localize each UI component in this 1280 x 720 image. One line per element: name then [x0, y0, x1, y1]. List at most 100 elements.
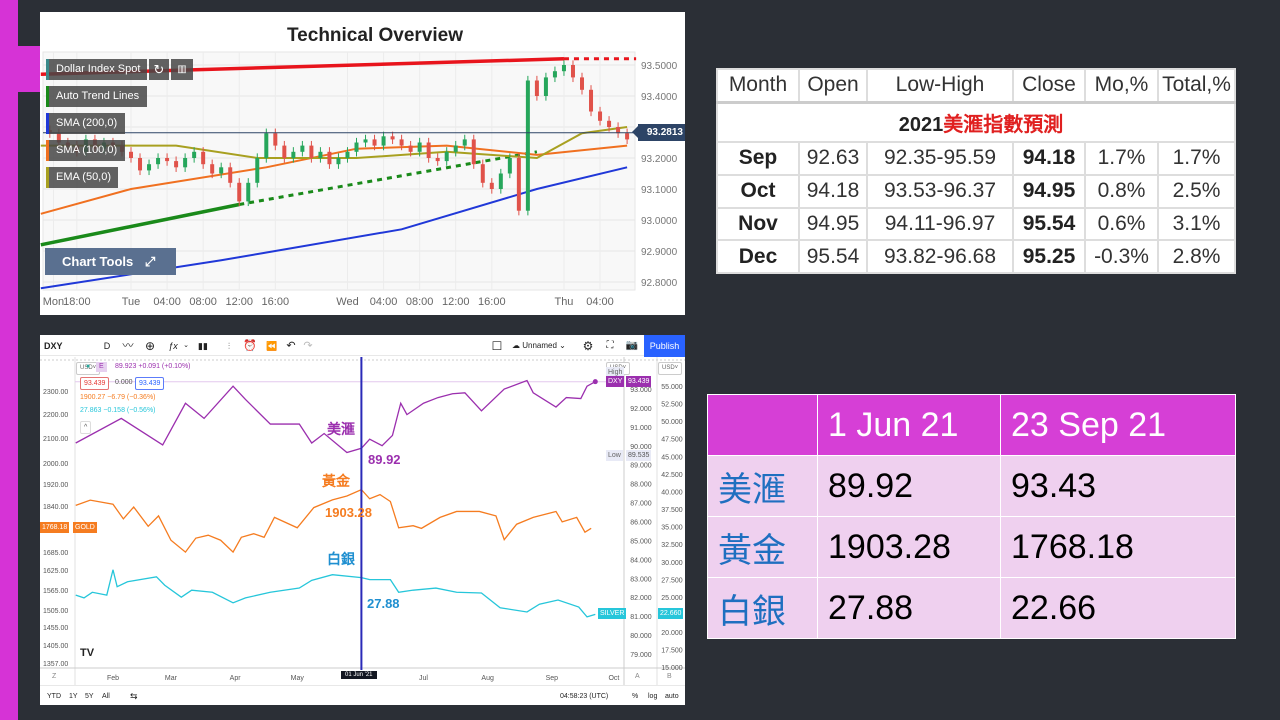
- silver-price-tag: 22.660: [658, 608, 684, 619]
- candle-body: [534, 80, 539, 96]
- interval-button[interactable]: D: [102, 335, 112, 357]
- table-cell: Nov: [716, 206, 800, 242]
- gold-price-tag: 1768.18: [40, 522, 70, 533]
- x-tick-label: Thu: [554, 296, 573, 308]
- tradingview-chart: 2300.00 2200.00 2100.00 2000.00 1920.00 1840.…: [40, 335, 685, 705]
- range-1y[interactable]: 1Y: [69, 693, 78, 700]
- y-tick-label: 93.5000: [641, 61, 678, 72]
- refresh-icon[interactable]: ↻: [149, 59, 169, 80]
- dxy-annotation-value: 89.92: [368, 452, 401, 467]
- bar-chart-icon[interactable]: ▥: [171, 59, 193, 80]
- gold-axis-label: 2200.00: [43, 412, 68, 419]
- candle-body: [147, 164, 152, 171]
- alarm-icon[interactable]: ⏰: [243, 335, 257, 357]
- publish-button[interactable]: Publish: [644, 335, 685, 357]
- table-cell: 白銀: [707, 577, 818, 639]
- chevron-down-icon[interactable]: ⌄: [182, 335, 190, 357]
- candle-body: [616, 127, 621, 134]
- dxy-axis-label: 83.000: [630, 576, 652, 583]
- series-line-silver: [75, 569, 596, 618]
- legend-ema50[interactable]: EMA (50,0): [46, 167, 118, 188]
- table-cell: 94.18: [1012, 141, 1086, 176]
- candle-body: [462, 139, 467, 146]
- layout-icon[interactable]: ☐: [491, 335, 503, 357]
- x-tick-label: Apr: [230, 675, 242, 682]
- undo-icon[interactable]: ↶: [285, 335, 297, 357]
- chart-type-icon[interactable]: 〰: [120, 335, 136, 357]
- x-tick-label: Sep: [546, 675, 559, 682]
- y-tick-label: 92.9000: [641, 247, 678, 258]
- legend-auto-trend[interactable]: Auto Trend Lines: [46, 86, 147, 107]
- gear-icon[interactable]: ⚙: [581, 335, 595, 357]
- gold-axis-label: 1505.00: [43, 608, 68, 615]
- indicators-icon[interactable]: ƒx: [166, 335, 180, 357]
- camera-icon[interactable]: 📷: [625, 335, 639, 357]
- legend-sma200[interactable]: SMA (200,0): [46, 113, 125, 134]
- candle-body: [255, 158, 260, 183]
- silver-axis-label: 20.000: [661, 630, 683, 637]
- dxy-axis-label: 82.000: [630, 595, 652, 602]
- table-cell: 94.95: [1012, 173, 1086, 209]
- range-5y[interactable]: 5Y: [85, 693, 94, 700]
- candle-body: [291, 151, 296, 158]
- header-low-high: Low-High: [866, 67, 1014, 104]
- bars-icon[interactable]: ▮▮: [196, 335, 210, 357]
- dxy-name-tag: DXY: [606, 376, 625, 387]
- candle-body: [201, 151, 206, 165]
- replay-icon[interactable]: ⏪: [265, 335, 279, 357]
- comparison-chart-svg: 2300.00 2200.00 2100.00 2000.00 1920.00 1840.…: [40, 357, 685, 685]
- silver-axis-label: 40.000: [661, 489, 683, 496]
- silver-name-tag: SILVER: [598, 608, 627, 619]
- symbol-search[interactable]: DXY: [44, 335, 63, 357]
- candle-body: [417, 142, 422, 152]
- candle-body: [390, 136, 395, 140]
- low-label: Low: [606, 450, 623, 461]
- candle-body: [282, 145, 287, 158]
- candle-body: [156, 158, 161, 165]
- dxy-axis-label: 91.000: [630, 425, 652, 432]
- table-cell: 94.18: [798, 173, 868, 209]
- legend-label: Dollar Index Spot: [56, 63, 141, 75]
- legend-sma100[interactable]: SMA (100,0): [46, 140, 125, 161]
- x-tick-label: 04:00: [370, 296, 398, 308]
- percent-toggle[interactable]: %: [632, 693, 638, 700]
- candle-body: [327, 151, 332, 165]
- legend-dollar-index[interactable]: Dollar Index Spot: [46, 59, 147, 80]
- candle-body: [498, 173, 503, 189]
- auto-scale-b-button[interactable]: B: [667, 673, 672, 680]
- redo-icon[interactable]: ↷: [302, 335, 314, 357]
- dxy-legend: 89.923 +0.091 (+0.10%): [115, 363, 191, 370]
- range-all[interactable]: All: [102, 693, 110, 700]
- date-range-icon[interactable]: ⇆: [130, 691, 138, 702]
- current-price-tag: 93.2813: [632, 124, 685, 141]
- table-cell: Oct: [716, 173, 800, 209]
- bid-price[interactable]: 93.439: [80, 377, 110, 390]
- gold-axis-label: 1685.00: [43, 550, 68, 557]
- layout-name-button[interactable]: ☁ Unnamed ⌄: [512, 335, 566, 357]
- templates-icon[interactable]: ⫶: [221, 335, 237, 357]
- candle-body: [210, 164, 215, 174]
- zoom-reset-button[interactable]: Z: [52, 673, 56, 680]
- collapse-legend-button[interactable]: ^: [80, 421, 92, 434]
- x-tick-label: 16:00: [262, 296, 290, 308]
- fullscreen-icon[interactable]: ⛶: [603, 335, 617, 357]
- candle-body: [426, 142, 431, 158]
- table-cell: 22.66: [1000, 577, 1236, 639]
- currency-select-silver[interactable]: USD˅: [658, 362, 683, 375]
- compare-add-icon[interactable]: ⊕: [143, 335, 157, 357]
- chart-tools-label: Chart Tools: [62, 254, 134, 269]
- table-row: 白銀 27.88 22.66: [707, 577, 1236, 639]
- dxy-axis-label: 79.000: [630, 652, 652, 659]
- chart-tools-button[interactable]: Chart Tools ⤢: [45, 248, 176, 275]
- header-mo-pct: Mo,%: [1084, 67, 1159, 104]
- silver-axis-label: 42.500: [661, 472, 683, 479]
- x-tick-label: 08:00: [406, 296, 434, 308]
- ask-price[interactable]: 93.439: [135, 377, 165, 390]
- auto-toggle[interactable]: auto: [665, 693, 679, 700]
- candle-body: [129, 151, 133, 158]
- x-tick-label: Tue: [122, 296, 141, 308]
- auto-scale-a-button[interactable]: A: [635, 673, 640, 680]
- range-ytd[interactable]: YTD: [47, 693, 61, 700]
- candle-body: [516, 158, 521, 211]
- log-toggle[interactable]: log: [648, 693, 657, 700]
